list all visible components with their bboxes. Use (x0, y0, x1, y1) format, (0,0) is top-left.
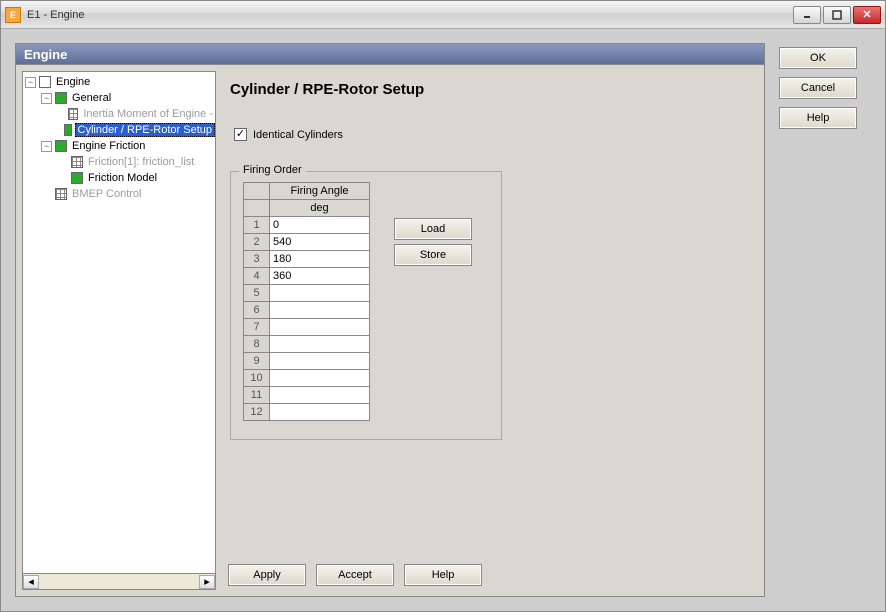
tree-node-bmep[interactable]: BMEP Control (39, 186, 215, 202)
close-icon: ✕ (862, 8, 871, 21)
folder-icon (55, 140, 67, 152)
firing-order-buttons: Load Store (394, 218, 472, 266)
window-title: E1 - Engine (27, 9, 791, 21)
window-controls: ✕ (791, 6, 881, 24)
firing-order-legend: Firing Order (239, 164, 306, 176)
nav-tree[interactable]: − Engine − General (22, 71, 216, 574)
identical-cylinders-checkbox[interactable]: ✓ (234, 128, 247, 141)
item-icon (71, 172, 83, 184)
firing-cell-3[interactable]: 180 (270, 251, 370, 268)
dialog-window: E E1 - Engine ✕ Engine − (0, 0, 886, 612)
table-icon (55, 188, 67, 200)
table-icon (71, 156, 83, 168)
firing-cell-4[interactable]: 360 (270, 268, 370, 285)
firing-cell-1[interactable]: 0 (270, 217, 370, 234)
table-icon (68, 108, 78, 120)
col-unit: deg (270, 200, 370, 217)
app-icon: E (5, 7, 21, 23)
firing-cell-12[interactable] (270, 404, 370, 421)
tree-node-general[interactable]: − General (39, 90, 215, 106)
tree-node-cylinder[interactable]: Cylinder / RPE-Rotor Setup (55, 122, 215, 138)
cancel-button[interactable]: Cancel (779, 77, 857, 99)
collapse-icon[interactable]: − (41, 141, 52, 152)
firing-cell-2[interactable]: 540 (270, 234, 370, 251)
close-button[interactable]: ✕ (853, 6, 881, 24)
firing-order-group: Firing Order Firing Angle deg 10 2540 31… (230, 171, 502, 440)
identical-cylinders-label: Identical Cylinders (253, 129, 343, 141)
tree-node-inertia[interactable]: Inertia Moment of Engine - (55, 106, 215, 122)
folder-icon (55, 92, 67, 104)
bottom-buttons: Apply Accept Help (228, 564, 482, 586)
collapse-icon[interactable]: − (41, 93, 52, 104)
firing-cell-5[interactable] (270, 285, 370, 302)
identical-cylinders-row: ✓ Identical Cylinders (234, 128, 748, 141)
content-pane: Cylinder / RPE-Rotor Setup ✓ Identical C… (224, 71, 758, 590)
maximize-button[interactable] (823, 6, 851, 24)
engine-icon (39, 76, 51, 88)
firing-cell-10[interactable] (270, 370, 370, 387)
tree-node-engine[interactable]: − Engine (23, 74, 215, 90)
main-panel: Engine − Engine (15, 43, 765, 597)
col-header: Firing Angle (270, 183, 370, 200)
tree-node-friction[interactable]: − Engine Friction (39, 138, 215, 154)
apply-button[interactable]: Apply (228, 564, 306, 586)
panel-title: Engine (15, 43, 765, 65)
titlebar: E E1 - Engine ✕ (1, 1, 885, 29)
scroll-right-icon[interactable]: ▸ (199, 575, 215, 589)
firing-cell-9[interactable] (270, 353, 370, 370)
dialog-buttons: OK Cancel Help (779, 43, 865, 597)
minimize-button[interactable] (793, 6, 821, 24)
firing-cell-8[interactable] (270, 336, 370, 353)
tree-scrollbar[interactable]: ◂ ▸ (22, 574, 216, 590)
collapse-icon[interactable]: − (25, 77, 36, 88)
page-title: Cylinder / RPE-Rotor Setup (230, 81, 748, 98)
accept-button[interactable]: Accept (316, 564, 394, 586)
tree-node-friction1[interactable]: Friction[1]: friction_list (55, 154, 215, 170)
scroll-left-icon[interactable]: ◂ (23, 575, 39, 589)
dialog-help-button[interactable]: Help (779, 107, 857, 129)
tree-node-friction-model[interactable]: Friction Model (55, 170, 215, 186)
tree-container: − Engine − General (22, 71, 216, 590)
panel-body: − Engine − General (15, 65, 765, 597)
check-icon: ✓ (236, 129, 245, 140)
store-button[interactable]: Store (394, 244, 472, 266)
item-icon (64, 124, 71, 136)
ok-button[interactable]: OK (779, 47, 857, 69)
firing-cell-7[interactable] (270, 319, 370, 336)
help-button[interactable]: Help (404, 564, 482, 586)
firing-cell-11[interactable] (270, 387, 370, 404)
firing-cell-6[interactable] (270, 302, 370, 319)
client-area: Engine − Engine (1, 29, 885, 611)
firing-order-table: Firing Angle deg 10 2540 3180 4360 5 6 7… (243, 182, 370, 421)
load-button[interactable]: Load (394, 218, 472, 240)
